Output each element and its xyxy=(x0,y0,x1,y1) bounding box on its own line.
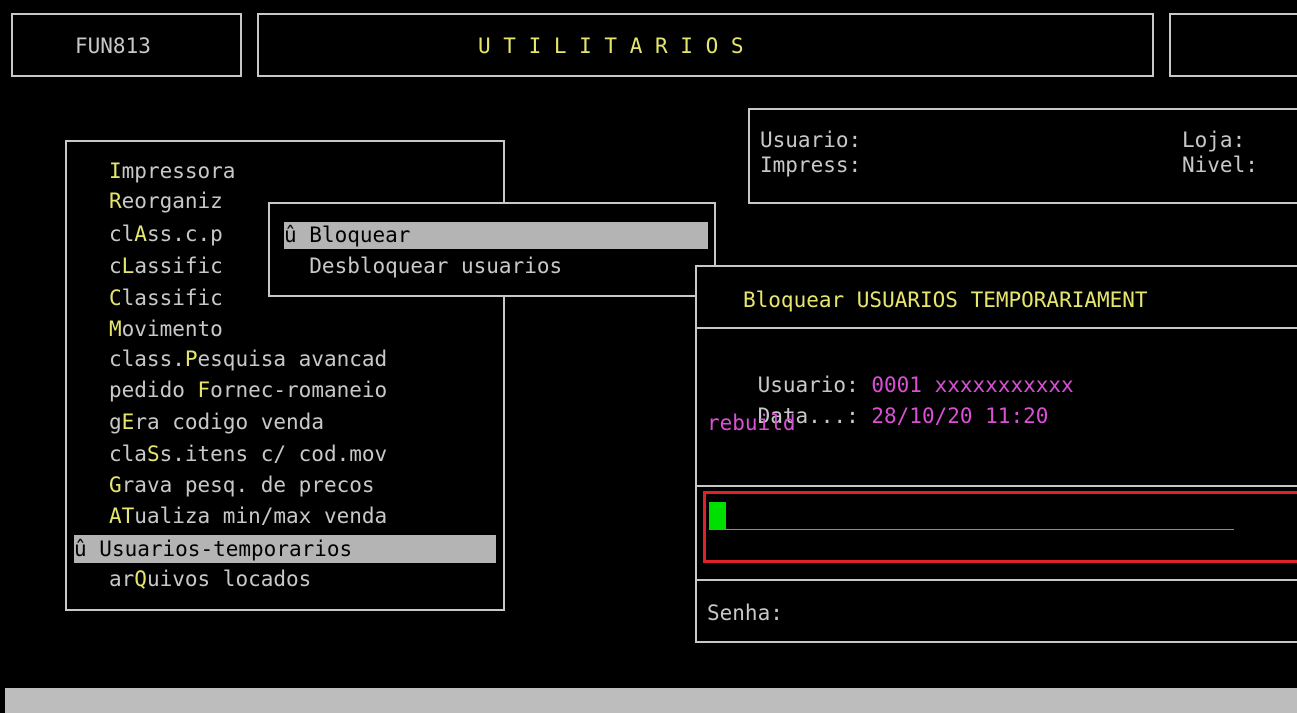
menu-item[interactable]: claSs.itens c/ cod.mov xyxy=(109,442,387,466)
menu-item-label: eorganiz xyxy=(121,189,223,213)
menu-item-hotkey: E xyxy=(121,410,135,434)
menu-item-hotkey: S xyxy=(146,442,160,466)
menu-item[interactable]: class.Pesquisa avancad xyxy=(109,347,387,371)
menu-item-label: ss.c.p xyxy=(146,222,223,246)
program-code-box: FUN813 xyxy=(11,13,242,77)
status-bar xyxy=(5,688,1297,713)
submenu-item-desbloquear[interactable]: Desbloquear usuarios xyxy=(284,254,562,278)
dialog-title: Bloquear USUARIOS TEMPORARIAMENT xyxy=(743,288,1148,312)
menu-item[interactable]: Movimento xyxy=(109,317,223,341)
loja-label: Loja: xyxy=(1182,128,1246,152)
nivel-label: Nivel: xyxy=(1182,153,1258,177)
menu-item[interactable]: Grava pesq. de precos xyxy=(109,473,375,497)
menu-item-label: uivos locados xyxy=(146,567,312,591)
menu-item-hotkey: I xyxy=(109,159,122,183)
menu-item-prefix: û xyxy=(74,537,100,561)
menu-item-prefix: ar xyxy=(109,567,135,591)
block-dialog: Bloquear USUARIOS TEMPORARIAMENT Usuario… xyxy=(695,265,1297,643)
impress-label: Impress: xyxy=(760,153,862,177)
menu-item-hotkey: G xyxy=(109,473,122,497)
program-code: FUN813 xyxy=(75,34,151,58)
menu-item-prefix: class. xyxy=(109,347,185,371)
dialog-data-value: 28/10/20 11:20 xyxy=(871,404,1049,428)
menu-item[interactable]: clAss.c.p xyxy=(109,222,223,246)
menu-item-prefix: c xyxy=(109,254,122,278)
menu-item-label: ualiza min/max venda xyxy=(134,504,388,528)
menu-item[interactable]: Impressora xyxy=(109,159,235,183)
menu-item[interactable]: gEra codigo venda xyxy=(109,410,324,434)
text-cursor xyxy=(709,502,726,530)
menu-item-label: assific xyxy=(134,254,223,278)
menu-item[interactable]: Classific xyxy=(109,286,223,310)
menu-item-label: ovimento xyxy=(121,317,223,341)
submenu-item-bloquear[interactable]: û Bloquear xyxy=(284,222,708,249)
password-input-area[interactable] xyxy=(703,491,1297,563)
user-info-box: Usuario: Loja: Impress: Nivel: xyxy=(748,108,1297,204)
input-underline xyxy=(726,529,1234,530)
menu-item-label: ra codigo venda xyxy=(134,410,324,434)
menu-item[interactable]: pedido Fornec-romaneio xyxy=(109,378,387,402)
menu-item-label: rava pesq. de precos xyxy=(121,473,375,497)
menu-item-label: s.itens c/ cod.mov xyxy=(159,442,388,466)
menu-item-prefix: cl xyxy=(109,222,135,246)
dialog-divider-2 xyxy=(697,579,1297,581)
menu-item-hotkey: F xyxy=(197,378,211,402)
dialog-divider-1 xyxy=(697,485,1297,487)
menu-item-label: esquisa avancad xyxy=(197,347,388,371)
menu-item[interactable]: arQuivos locados xyxy=(109,567,311,591)
menu-item-hotkey: AT xyxy=(109,504,135,528)
menu-item-prefix: g xyxy=(109,410,122,434)
menu-item-hotkey: M xyxy=(109,317,122,341)
menu-item-hotkey: A xyxy=(134,222,147,246)
menu-item[interactable]: cLassific xyxy=(109,254,223,278)
menu-item-prefix: cla xyxy=(109,442,147,466)
screen-title: U T I L I T A R I O S xyxy=(478,34,744,58)
menu-item[interactable]: ATualiza min/max venda xyxy=(109,504,387,528)
menu-item-label: suarios-temporarios xyxy=(111,537,353,561)
submenu: û Bloquear Desbloquear usuarios xyxy=(268,202,716,297)
menu-item-hotkey: C xyxy=(109,286,122,310)
menu-item[interactable]: û Usuarios-temporarios xyxy=(74,535,496,563)
menu-item-hotkey: U xyxy=(99,537,112,561)
menu-item-prefix: pedido xyxy=(109,378,198,402)
menu-item-hotkey: R xyxy=(109,189,122,213)
menu-item-label: mpressora xyxy=(121,159,236,183)
senha-label: Senha: xyxy=(707,601,783,625)
menu-item[interactable]: Reorganiz xyxy=(109,189,223,213)
header-right-box xyxy=(1169,13,1297,77)
menu-item-hotkey: Q xyxy=(134,567,147,591)
title-box: U T I L I T A R I O S xyxy=(257,13,1154,77)
dialog-note: rebuild xyxy=(707,411,796,435)
menu-item-hotkey: L xyxy=(121,254,135,278)
menu-item-label: lassific xyxy=(121,286,223,310)
usuario-label: Usuario: xyxy=(760,128,862,152)
menu-item-hotkey: P xyxy=(184,347,198,371)
dialog-title-divider xyxy=(697,327,1297,329)
menu-item-label: ornec-romaneio xyxy=(210,378,388,402)
